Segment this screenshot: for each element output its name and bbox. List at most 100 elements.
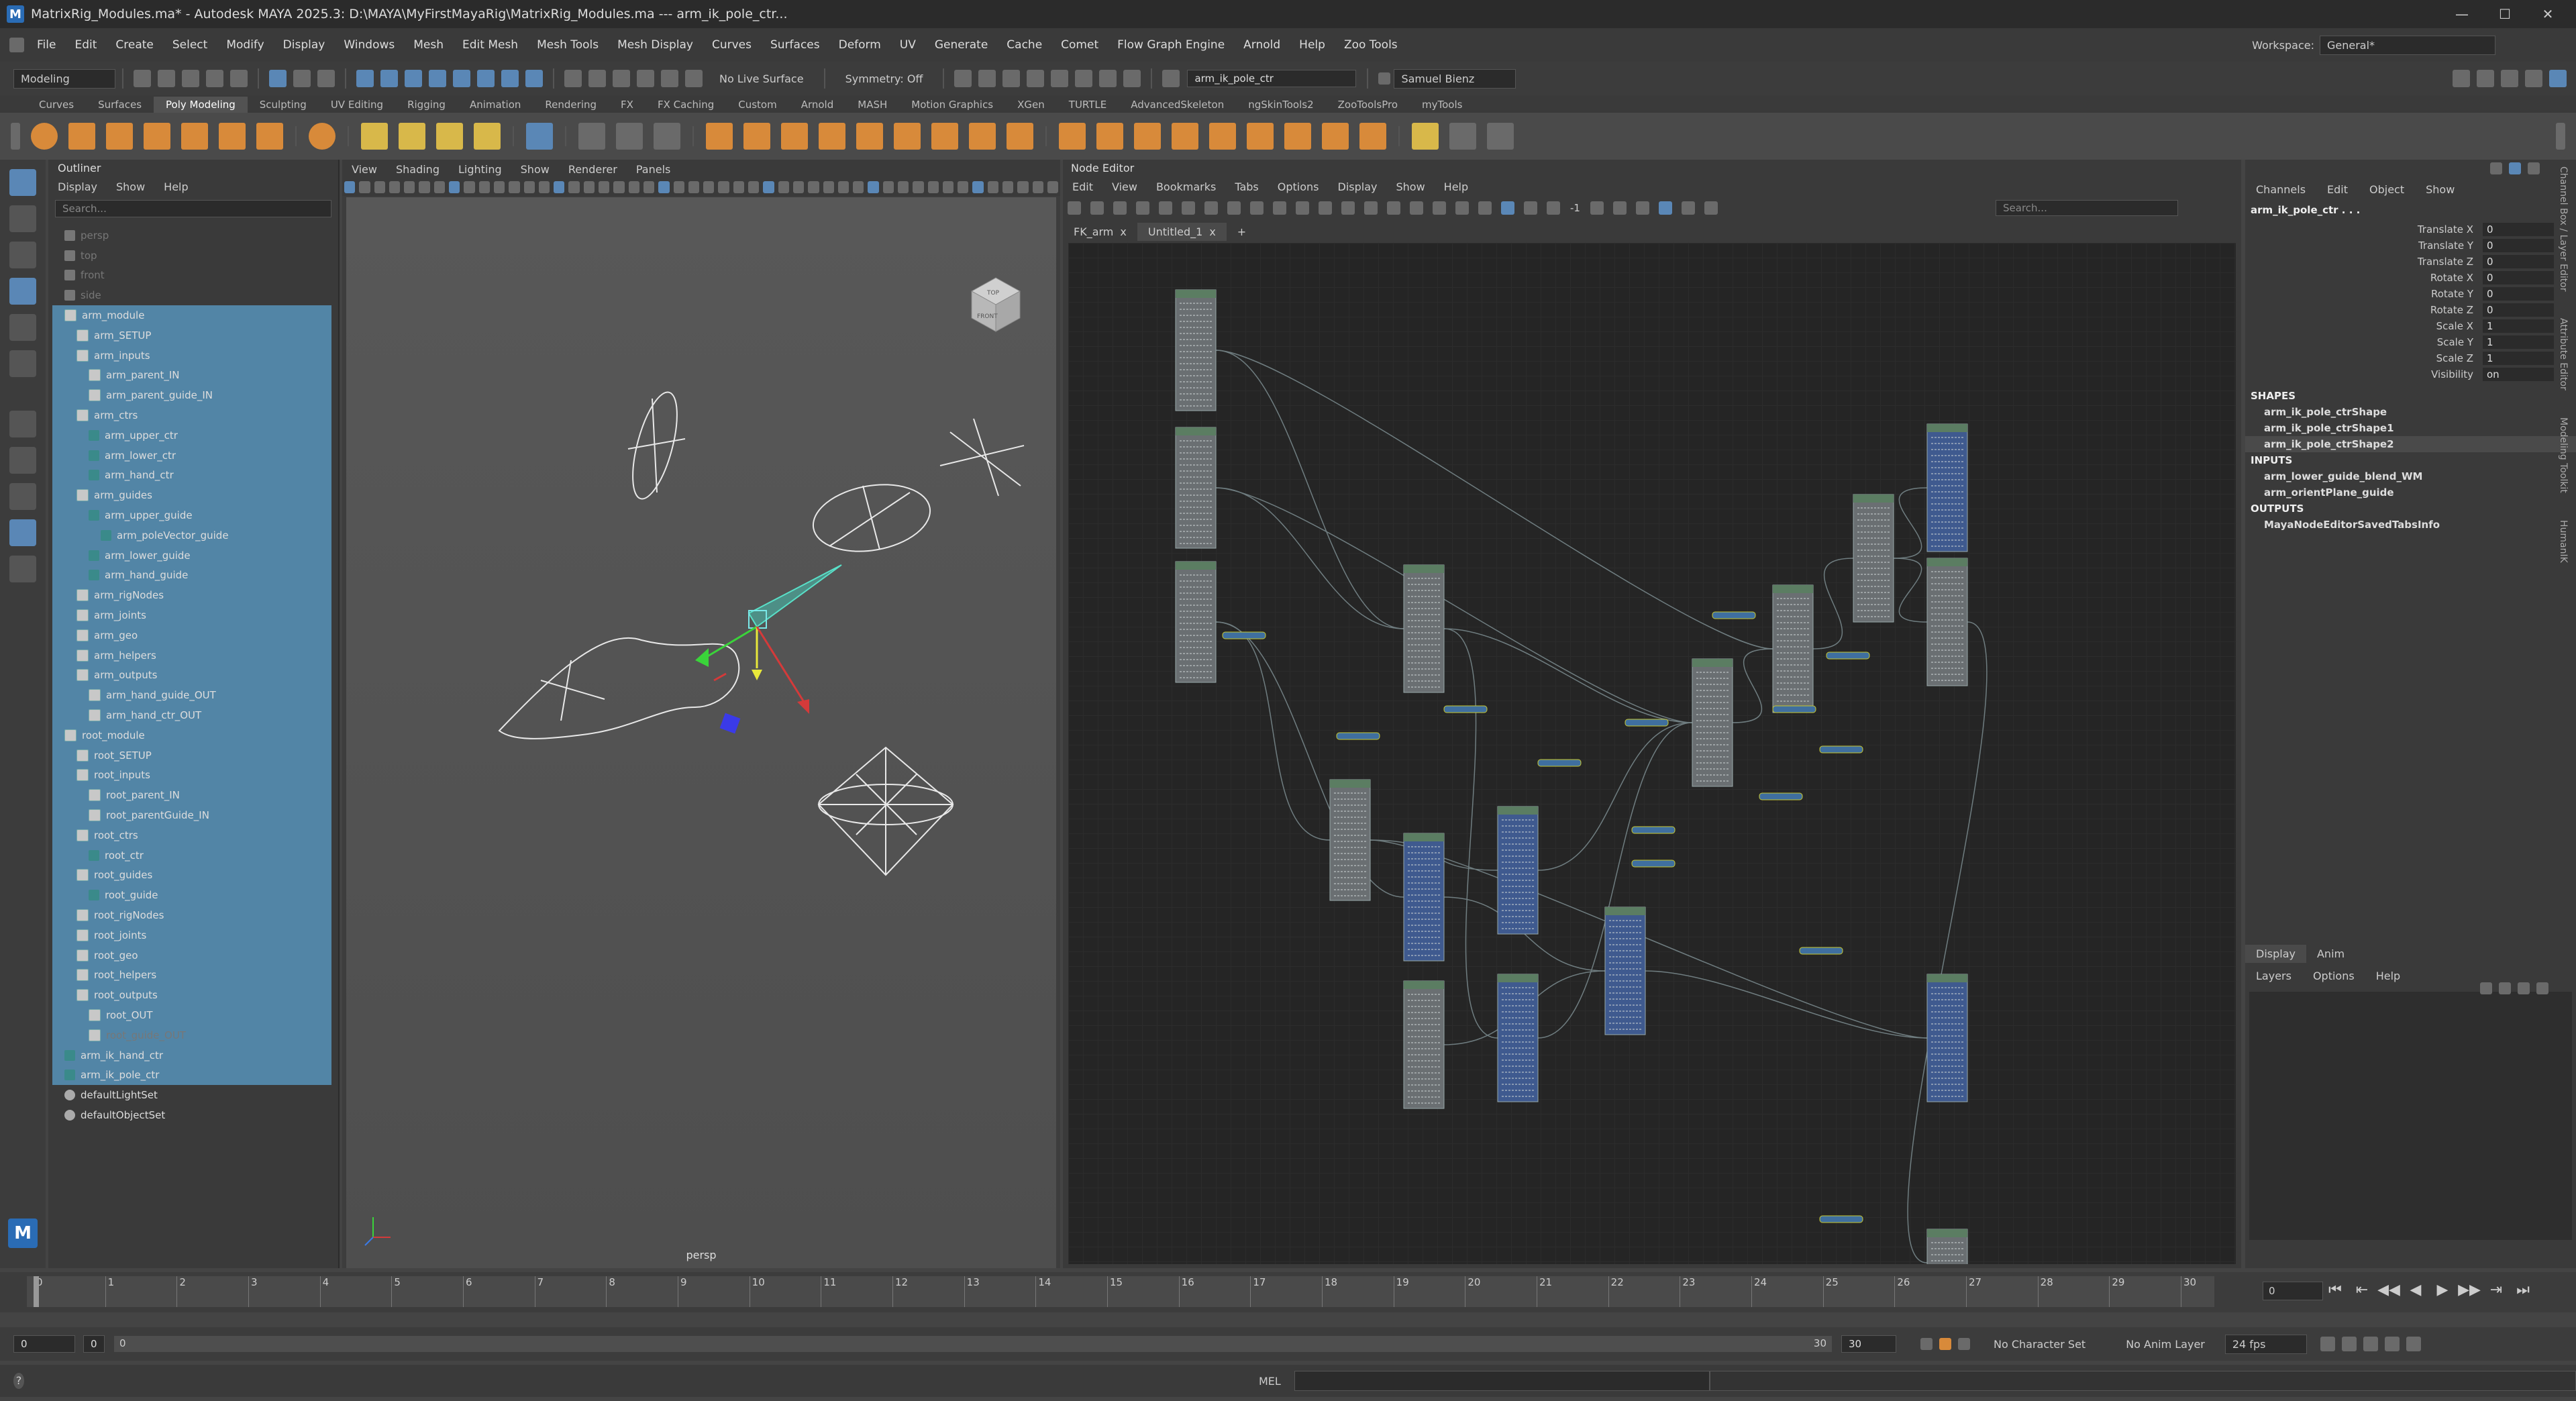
playback-end-field[interactable]: 30 [1841, 1335, 1896, 1353]
channel-attribute-name[interactable]: Rotate Z [2245, 304, 2483, 316]
node-connection[interactable] [1215, 350, 1404, 629]
poly-torus-icon[interactable] [181, 123, 208, 150]
align-icon[interactable] [1590, 201, 1604, 215]
slide-edge-icon[interactable] [1284, 123, 1311, 150]
mirror-icon[interactable] [856, 123, 883, 150]
layout-icon[interactable] [1547, 201, 1560, 215]
preferences-icon[interactable] [2406, 1337, 2421, 1351]
channel-attribute-name[interactable]: Visibility [2245, 368, 2483, 380]
shelf-tab-motion-graphics[interactable]: Motion Graphics [899, 97, 1005, 113]
channel-attribute-row[interactable]: Rotate X0 [2245, 270, 2576, 286]
sweep-mesh-icon[interactable] [399, 123, 425, 150]
menu-item-cache[interactable]: Cache [997, 38, 1051, 52]
outliner-item[interactable]: root_SETUP [52, 745, 331, 766]
viewport-tool-icon[interactable] [628, 181, 639, 193]
paint-select-icon[interactable] [9, 242, 36, 268]
node-connection[interactable] [1215, 487, 1404, 629]
menu-item-uv[interactable]: UV [890, 38, 925, 52]
shelf-tab-zootoolspro[interactable]: ZooToolsPro [1326, 97, 1410, 113]
arm-lower-ctr-curve[interactable] [808, 476, 935, 560]
smooth-icon[interactable] [781, 123, 808, 150]
shelf-menu-icon[interactable] [11, 123, 20, 150]
viewport-tool-icon[interactable] [554, 181, 565, 193]
menu-item-curves[interactable]: Curves [703, 38, 761, 52]
connect-icon[interactable] [1322, 123, 1349, 150]
node-editor-menu-tabs[interactable]: Tabs [1225, 180, 1268, 193]
output-node-item[interactable]: MayaNodeEditorSavedTabsInfo [2245, 517, 2576, 533]
toggle-swatches-icon[interactable] [1364, 201, 1378, 215]
shelf-tab-xgen[interactable]: XGen [1005, 97, 1057, 113]
shelf-tab-advancedskeleton[interactable]: AdvancedSkeleton [1119, 97, 1236, 113]
channel-box-icon[interactable] [2501, 70, 2518, 87]
object-name-field[interactable]: arm_ik_pole_ctr [1187, 70, 1357, 87]
user-account-dropdown[interactable]: Samuel Bienz [1394, 68, 1516, 89]
node-connection[interactable] [1907, 621, 1988, 1263]
full-mode-icon[interactable] [1319, 201, 1332, 215]
outliner-item[interactable]: defaultLightSet [52, 1085, 331, 1105]
four-view-layout-icon[interactable] [9, 447, 36, 474]
lasso-tool-icon[interactable] [9, 205, 36, 232]
node-connection[interactable] [1443, 628, 1498, 1039]
loop-icon[interactable] [2320, 1337, 2335, 1351]
playback-button[interactable]: ⏭ [2510, 1282, 2536, 1298]
modeling-toolkit-icon[interactable] [2549, 70, 2567, 87]
node-connection[interactable] [1893, 487, 1928, 559]
mask-rendering-icon[interactable] [501, 70, 519, 87]
collapsed-graph-node[interactable] [1222, 631, 1266, 639]
outliner-item[interactable]: arm_outputs [52, 665, 331, 686]
viewport-tool-icon[interactable] [523, 181, 535, 193]
collapsed-graph-node[interactable] [1631, 860, 1676, 868]
menu-item-mesh-display[interactable]: Mesh Display [608, 38, 703, 52]
viewport-tool-icon[interactable] [868, 181, 879, 193]
channel-box-menu-edit[interactable]: Edit [2316, 183, 2359, 196]
mask-misc-icon[interactable] [525, 70, 543, 87]
graph-node[interactable] [1175, 561, 1217, 683]
arm-upper-ctr-curve[interactable] [624, 388, 686, 503]
open-scene-icon[interactable] [158, 70, 175, 87]
shape-node-item[interactable]: arm_ik_pole_ctrShape1 [2245, 420, 2576, 436]
collapsed-graph-node[interactable] [1759, 792, 1803, 800]
outliner-item[interactable]: arm_hand_ctr [52, 465, 331, 486]
playback-button[interactable]: ◀◀ [2375, 1282, 2402, 1298]
outliner-item[interactable]: root_OUT [52, 1005, 331, 1025]
custom-mode-icon[interactable] [1341, 201, 1355, 215]
mask-deformations-icon[interactable] [453, 70, 470, 87]
graph-node[interactable] [1175, 427, 1217, 549]
outliner-item[interactable]: root_helpers [52, 965, 331, 986]
side-tab[interactable]: HumanIK [2558, 520, 2569, 563]
attribute-editor-icon[interactable] [2525, 70, 2542, 87]
viewport-tool-icon[interactable] [703, 181, 715, 193]
outliner-item[interactable]: top [52, 246, 331, 266]
outliner-item[interactable]: root_guides [52, 865, 331, 886]
graph-node[interactable] [1604, 906, 1646, 1035]
menu-item-surfaces[interactable]: Surfaces [761, 38, 829, 52]
maximize-button[interactable]: ☐ [2483, 0, 2526, 28]
history-icon[interactable] [954, 70, 972, 87]
playback-button[interactable]: ⏮ [2322, 1282, 2349, 1298]
fill-hole-icon[interactable] [1007, 123, 1033, 150]
hide-attributes-icon[interactable] [1681, 201, 1695, 215]
select-tool-icon[interactable] [9, 169, 36, 196]
simple-mode-icon[interactable] [1273, 201, 1286, 215]
outliner-item[interactable]: arm_geo [52, 625, 331, 645]
playback-start-field[interactable]: 0 [83, 1335, 105, 1353]
distribute-icon[interactable] [1612, 201, 1627, 215]
outliner-item[interactable]: root_ctrs [52, 825, 331, 845]
add-selected-icon[interactable] [1182, 201, 1195, 215]
node-connection[interactable] [1215, 350, 1773, 650]
channel-attribute-row[interactable]: Scale Z1 [2245, 350, 2576, 366]
viewport-tool-icon[interactable] [568, 181, 580, 193]
channel-attribute-value[interactable]: 0 [2483, 239, 2554, 252]
rearrange-graph-icon[interactable] [1204, 201, 1218, 215]
collapsed-graph-node[interactable] [1336, 732, 1380, 740]
viewport-menu-show[interactable]: Show [511, 163, 559, 176]
channel-attribute-row[interactable]: Translate Y0 [2245, 238, 2576, 254]
graph-node[interactable] [1926, 423, 1968, 552]
collapsed-graph-node[interactable] [1819, 1215, 1863, 1223]
channel-attribute-row[interactable]: Rotate Z0 [2245, 302, 2576, 318]
shape-node-item[interactable]: arm_ik_pole_ctrShape [2245, 404, 2576, 420]
viewport-tool-icon[interactable] [583, 181, 595, 193]
channel-attribute-row[interactable]: Scale Y1 [2245, 334, 2576, 350]
graph-node[interactable] [1926, 558, 1968, 686]
viewport-tool-icon[interactable] [778, 181, 789, 193]
